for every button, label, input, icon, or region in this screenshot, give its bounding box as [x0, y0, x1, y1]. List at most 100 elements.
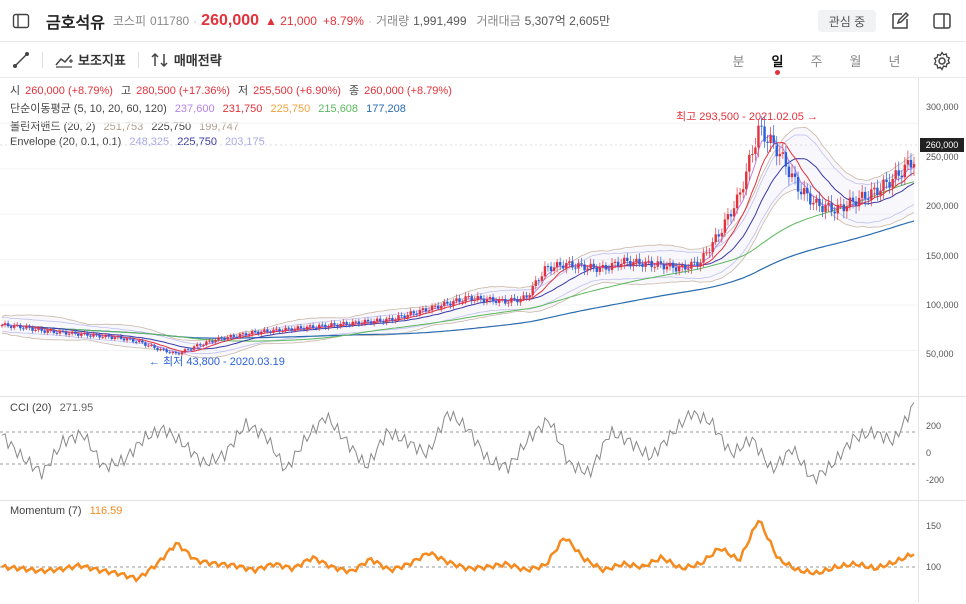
separator-dot: · [193, 13, 198, 28]
candle-body [458, 298, 461, 302]
settings-gear-icon[interactable] [932, 51, 952, 71]
candle-body [229, 335, 232, 338]
candle-body [674, 267, 678, 272]
candle-body [507, 302, 510, 304]
strategy-button[interactable]: 매매전략 [151, 50, 222, 69]
candle-body [19, 324, 22, 329]
candle-body [314, 328, 318, 330]
candle-body [662, 263, 666, 270]
candle-body [476, 295, 480, 300]
cci-chart[interactable] [0, 397, 918, 499]
candle-body [220, 337, 223, 339]
candle-body [446, 301, 449, 304]
candle-body [906, 159, 910, 165]
candle-body [131, 338, 135, 342]
price-tick: 300,000 [926, 102, 959, 112]
candle-body [211, 340, 214, 343]
price-change-value: 21,000 [280, 13, 317, 28]
candle-body [92, 334, 95, 337]
candle-body [726, 214, 730, 220]
candle-body [613, 261, 617, 263]
candle-body [598, 267, 602, 272]
period-year[interactable]: 년 [875, 51, 914, 70]
candle-body [260, 331, 263, 334]
candle-body [610, 262, 614, 270]
candle-body [125, 338, 129, 341]
candle-body [562, 265, 565, 269]
candle-body [693, 261, 696, 263]
candle-body [748, 154, 751, 172]
candle-body [854, 201, 858, 207]
candle-body [55, 332, 59, 334]
candle-body [232, 335, 236, 337]
candle-body [247, 334, 251, 336]
candle-body [894, 170, 897, 180]
candle-body [436, 305, 440, 309]
price-tick: 50,000 [926, 349, 954, 359]
candle-body [558, 262, 562, 266]
candle-body [342, 321, 345, 324]
candle-body [644, 261, 647, 267]
current-price: 260,000 [201, 11, 260, 29]
candle-body [549, 266, 553, 272]
edit-icon[interactable] [890, 11, 910, 31]
candle-body [763, 126, 766, 142]
layout-panel-icon[interactable] [932, 11, 952, 31]
candle-body [49, 329, 53, 331]
candle-body [311, 325, 315, 329]
period-minute[interactable]: 분 [719, 51, 758, 70]
candle-body [708, 252, 711, 254]
candle-body [321, 324, 324, 326]
sidebar-toggle-icon[interactable] [12, 12, 30, 30]
momentum-chart[interactable] [0, 501, 918, 604]
candle-body [144, 342, 147, 346]
candle-body [61, 330, 65, 332]
candle-body [138, 340, 141, 343]
candle-body [720, 232, 724, 237]
watchlist-button[interactable]: 관심 중 [818, 10, 876, 32]
candle-body [205, 341, 208, 345]
candle-body [665, 266, 669, 270]
candle-body [909, 159, 913, 168]
candle-body [537, 280, 541, 282]
candle-body [671, 262, 675, 268]
indicator-chart-icon [55, 54, 73, 68]
price-change-percent: +8.79% [322, 13, 364, 28]
candle-body [531, 286, 534, 296]
candle-body [577, 263, 580, 269]
price-chart[interactable] [0, 78, 918, 396]
candle-body [208, 340, 211, 342]
indicators-button[interactable]: 보조지표 [55, 50, 126, 69]
candle-body [427, 310, 431, 312]
candle-body [305, 326, 309, 330]
candle-body [28, 326, 31, 328]
candle-body [845, 206, 849, 212]
candle-body [13, 325, 16, 328]
candle-body [64, 331, 68, 335]
candle-body [802, 188, 806, 195]
candle-body [74, 331, 77, 334]
candle-body [336, 324, 339, 327]
candle-body [354, 321, 358, 323]
period-week[interactable]: 주 [797, 51, 836, 70]
candle-body [226, 337, 229, 340]
drawing-tool-icon[interactable] [12, 51, 30, 69]
candle-body [333, 323, 336, 325]
candle-body [369, 321, 373, 324]
period-month[interactable]: 월 [836, 51, 875, 70]
candle-body [668, 262, 672, 267]
candle-body [589, 263, 592, 269]
cci-line [1, 402, 915, 486]
period-day[interactable]: 일 [758, 51, 797, 75]
candle-body [632, 262, 635, 267]
period-selector: 분 일 주 월 년 [719, 42, 914, 78]
candle-body [879, 190, 882, 195]
candle-body [253, 331, 257, 333]
candle-body [571, 261, 574, 268]
candle-body [159, 349, 162, 351]
candle-body [857, 197, 861, 207]
momentum-tick: 150 [926, 521, 942, 531]
candle-body [772, 135, 775, 144]
candle-body [754, 147, 757, 154]
candle-body [687, 268, 690, 270]
